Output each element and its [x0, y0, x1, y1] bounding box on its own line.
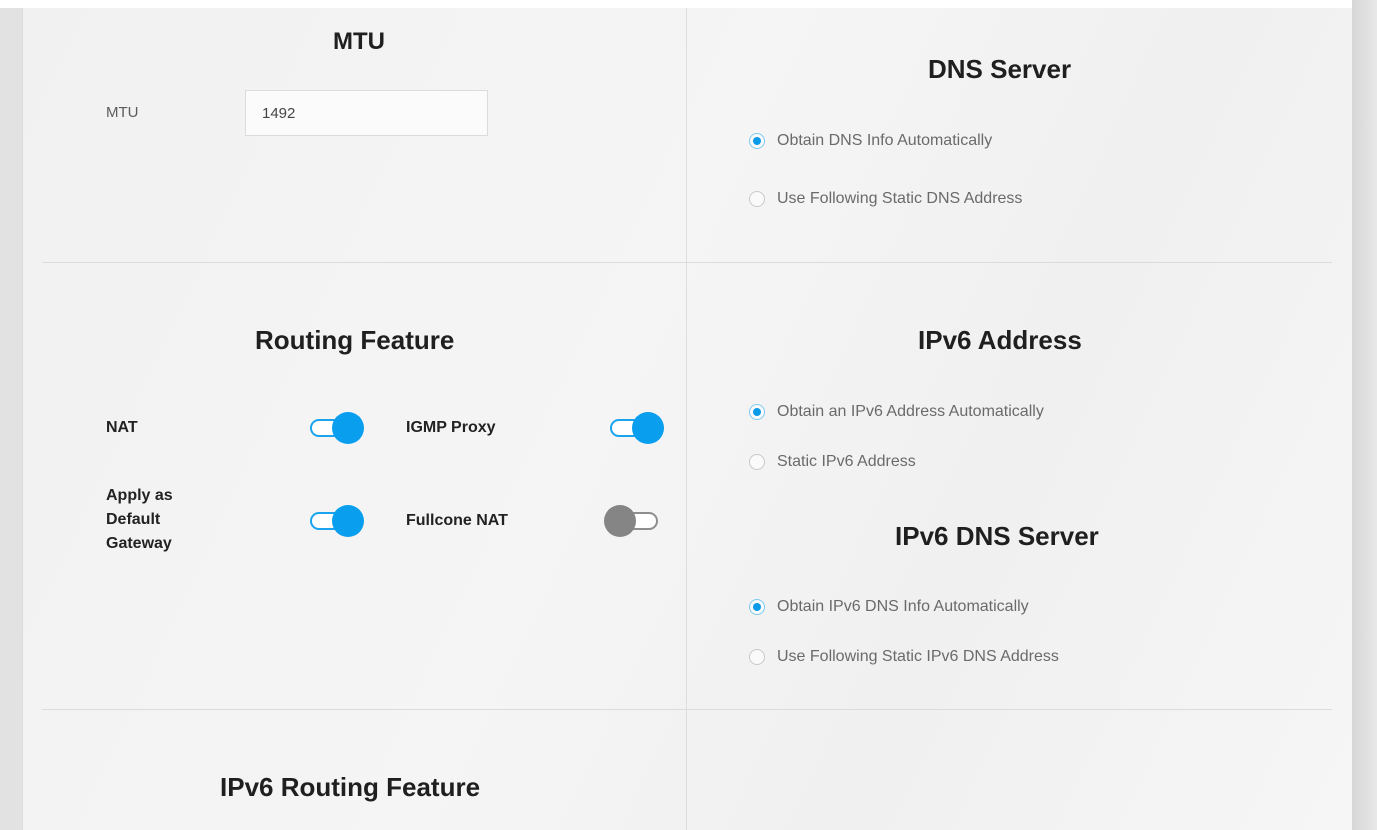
toggle-knob [604, 505, 636, 537]
top-edge [0, 0, 1377, 8]
settings-panel [22, 8, 1352, 830]
section-divider-2 [42, 709, 1332, 710]
radio-selected[interactable] [749, 404, 765, 420]
ipv6-address-option-static[interactable]: Static IPv6 Address [749, 453, 916, 471]
ipv6-dns-option-auto[interactable]: Obtain IPv6 DNS Info Automatically [749, 598, 1029, 616]
ipv6-dns-option-static[interactable]: Use Following Static IPv6 DNS Address [749, 648, 1059, 666]
igmp-proxy-toggle[interactable] [608, 410, 668, 446]
default-gateway-toggle[interactable] [308, 503, 368, 539]
igmp-proxy-label: IGMP Proxy [406, 419, 496, 436]
dns-option-auto[interactable]: Obtain DNS Info Automatically [749, 132, 992, 150]
nat-toggle[interactable] [308, 410, 368, 446]
column-divider [686, 8, 687, 830]
nat-label: NAT [106, 419, 138, 436]
toggle-knob [632, 412, 664, 444]
dns-title: DNS Server [928, 54, 1072, 84]
radio-unselected[interactable] [749, 191, 765, 207]
ipv6-address-title: IPv6 Address [918, 325, 1082, 355]
radio-selected[interactable] [749, 599, 765, 615]
radio-unselected[interactable] [749, 454, 765, 470]
ipv6-address-option-static-label: Static IPv6 Address [777, 453, 916, 470]
ipv6-address-option-auto[interactable]: Obtain an IPv6 Address Automatically [749, 403, 1044, 421]
toggle-knob [332, 412, 364, 444]
mtu-field-label: MTU [106, 104, 139, 121]
ipv6-routing-title: IPv6 Routing Feature [220, 772, 481, 802]
ipv6-dns-option-auto-label: Obtain IPv6 DNS Info Automatically [777, 598, 1029, 615]
ipv6-address-option-auto-label: Obtain an IPv6 Address Automatically [777, 403, 1044, 420]
routing-title: Routing Feature [255, 325, 455, 355]
dns-option-static[interactable]: Use Following Static DNS Address [749, 190, 1022, 208]
ipv6-dns-option-static-label: Use Following Static IPv6 DNS Address [777, 648, 1059, 665]
dns-option-auto-label: Obtain DNS Info Automatically [777, 132, 993, 149]
page-scrollbar-area [1352, 0, 1377, 830]
toggle-knob [332, 505, 364, 537]
mtu-input[interactable] [245, 90, 488, 136]
fullcone-nat-label: Fullcone NAT [406, 512, 508, 529]
section-divider-1 [42, 262, 1332, 263]
default-gateway-label: Apply as Default Gateway [106, 487, 173, 552]
dns-option-static-label: Use Following Static DNS Address [777, 190, 1023, 207]
radio-selected[interactable] [749, 133, 765, 149]
ipv6-dns-title: IPv6 DNS Server [895, 521, 1099, 551]
radio-unselected[interactable] [749, 649, 765, 665]
fullcone-nat-toggle[interactable] [604, 503, 664, 539]
mtu-title: MTU [333, 28, 385, 55]
